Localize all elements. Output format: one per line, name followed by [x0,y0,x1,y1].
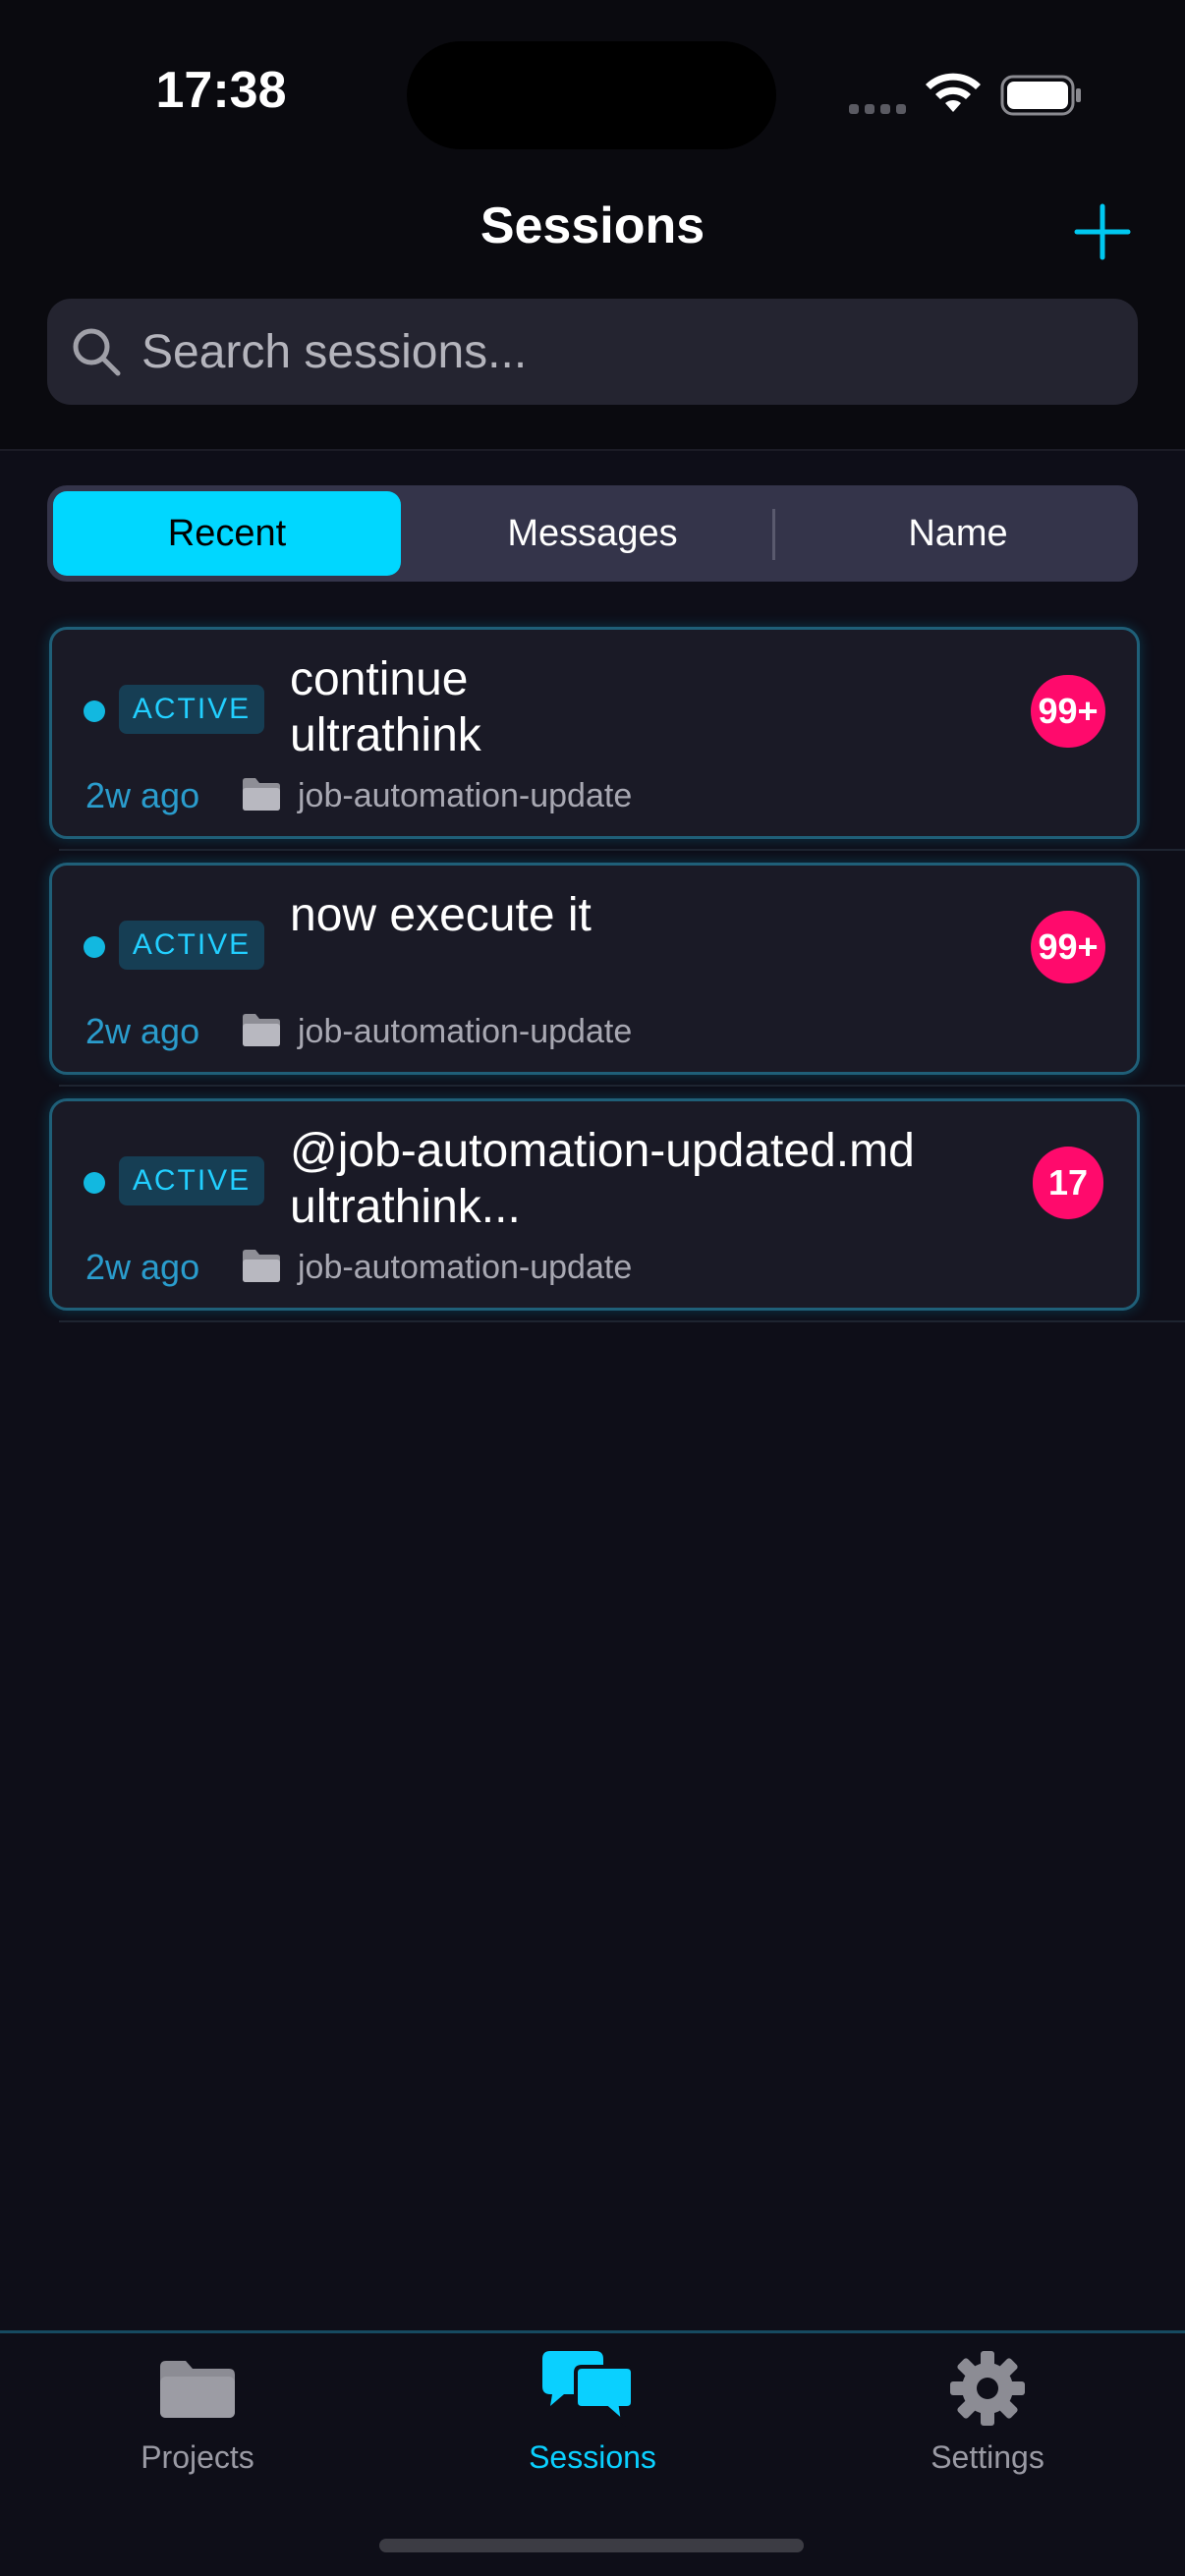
session-title: @job-automation-updated.md ultrathink... [290,1125,915,1233]
active-status-dot [84,700,105,722]
wifi-icon [926,73,981,112]
status-badge: ACTIVE [119,1156,264,1205]
session-time-ago: 2w ago [85,1011,200,1051]
session-card[interactable]: ACTIVE now execute it 99+ 2w ago job-aut… [49,863,1140,1075]
sessions-screen: 17:38 Sessions Recent Messages Name [0,0,1185,2576]
folder-icon [243,1250,280,1282]
session-title: continue ultrathink [290,653,481,761]
folder-icon [243,778,280,811]
status-badge: ACTIVE [119,921,264,970]
tab-label: Sessions [529,2439,656,2475]
plus-icon [1074,203,1131,260]
search-icon [73,328,121,376]
active-status-dot [84,1172,105,1194]
tab-settings[interactable]: Settings [790,2333,1185,2500]
message-count-badge: 17 [1033,1147,1103,1219]
session-card[interactable]: ACTIVE continue ultrathink 99+ 2w ago jo… [49,627,1140,839]
sort-tab-messages[interactable]: Messages [419,491,766,576]
sort-segmented-control: Recent Messages Name [47,485,1138,582]
gear-icon [950,2351,1025,2426]
status-time: 17:38 [155,62,287,119]
tab-label: Settings [931,2439,1044,2475]
home-indicator[interactable] [379,2539,804,2552]
segment-divider [772,509,775,560]
battery-icon [1000,75,1081,116]
add-session-button[interactable] [1071,200,1134,263]
tab-label: Projects [141,2439,254,2475]
dynamic-island [407,41,776,149]
folder-icon [243,1014,280,1046]
header-divider [0,449,1185,451]
chat-bubbles-icon [542,2351,635,2428]
folder-icon [160,2361,235,2418]
tab-projects[interactable]: Projects [0,2333,395,2500]
row-divider [59,1085,1185,1087]
session-project: job-automation-update [298,1013,633,1050]
tab-sessions[interactable]: Sessions [395,2333,790,2500]
active-status-dot [84,936,105,958]
session-project: job-automation-update [298,777,633,814]
row-divider [59,1320,1185,1322]
search-bar[interactable] [47,299,1138,405]
page-title: Sessions [480,197,705,254]
status-badge: ACTIVE [119,685,264,734]
search-input[interactable] [141,324,1104,379]
sort-tab-recent[interactable]: Recent [53,491,401,576]
session-card[interactable]: ACTIVE @job-automation-updated.md ultrat… [49,1098,1140,1311]
session-time-ago: 2w ago [85,1247,200,1287]
session-title: now execute it [290,889,592,941]
message-count-badge: 99+ [1031,675,1105,748]
sort-tab-name[interactable]: Name [784,491,1132,576]
row-divider [59,849,1185,851]
session-project: job-automation-update [298,1249,633,1286]
message-count-badge: 99+ [1031,911,1105,983]
session-time-ago: 2w ago [85,775,200,815]
cellular-signal-icon [849,104,906,114]
